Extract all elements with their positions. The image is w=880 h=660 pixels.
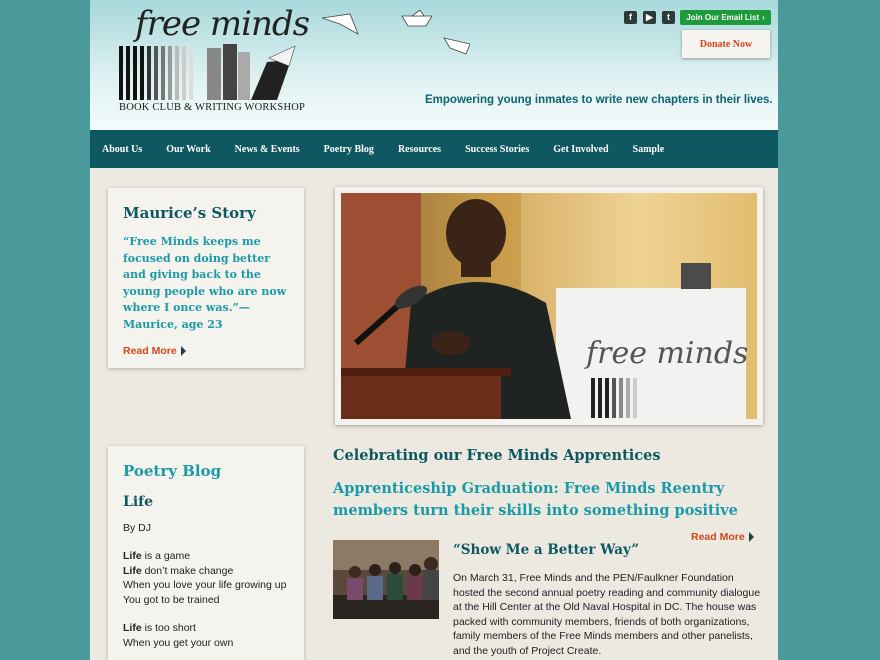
nav-item-sample[interactable]: Sample [633, 144, 665, 155]
nav-item-get-involved[interactable]: Get Involved [553, 144, 608, 155]
arrow-right-icon [180, 346, 186, 356]
poetry-blog-card: Poetry Blog Life By DJ Life is a game Li… [108, 446, 304, 660]
arrow-right-icon [748, 532, 754, 542]
logo-script: free minds [135, 4, 310, 44]
poem-stanza: Life is a game Life don’t make change Wh… [123, 549, 289, 607]
facebook-icon[interactable]: f [624, 11, 637, 24]
poem-body: Life is a game Life don’t make change Wh… [123, 549, 289, 650]
nav-item-news-events[interactable]: News & Events [235, 144, 300, 155]
article-headline[interactable]: Apprenticeship Graduation: Free Minds Re… [333, 478, 753, 522]
story-thumbnail[interactable] [333, 540, 439, 619]
poem-line: Life is too short [123, 622, 196, 634]
poem-line: When you get your own [123, 636, 234, 649]
social-links: f ▶ t [624, 11, 675, 24]
poem-stanza: Life is too short When you get your own [123, 621, 289, 650]
youtube-icon[interactable]: ▶ [643, 11, 656, 24]
paper-boats-icon [321, 10, 470, 55]
read-more-label: Read More [691, 531, 745, 543]
join-email-list-label: Join Our Email List [686, 13, 760, 22]
chevron-right-icon: › [762, 13, 765, 22]
story-card: Maurice’s Story “Free Minds keeps me foc… [108, 188, 304, 368]
twitter-icon[interactable]: t [662, 11, 675, 24]
hero-photo-illustration: free minds [341, 193, 757, 419]
nav-item-success-stories[interactable]: Success Stories [465, 144, 529, 155]
logo[interactable]: free minds BOOK CLUB & WRITING WORKSHOP [95, 4, 310, 116]
logo-books-icon [119, 44, 296, 100]
page: free minds BOOK CLUB & WRITING WORKSHOP [90, 0, 778, 660]
nav-item-our-work[interactable]: Our Work [166, 144, 210, 155]
poem-line: When you love your life growing up [123, 579, 287, 591]
article-read-more-link[interactable]: Read More [691, 531, 754, 543]
story-thumbnail-illustration [333, 540, 439, 619]
hero-photo[interactable]: free minds [341, 193, 757, 419]
site-tagline: Empowering young inmates to write new ch… [425, 94, 773, 106]
read-more-label: Read More [123, 345, 177, 357]
poem-title[interactable]: Life [123, 494, 289, 510]
join-email-list-button[interactable]: Join Our Email List › [680, 10, 771, 25]
main-nav: About Us Our Work News & Events Poetry B… [90, 130, 778, 168]
section-heading: Celebrating our Free Minds Apprentices [333, 447, 661, 464]
story-body: On March 31, Free Minds and the PEN/Faul… [453, 572, 761, 657]
story-card-title: Maurice’s Story [123, 204, 256, 222]
story-quote: “Free Minds keeps me focused on doing be… [123, 235, 287, 331]
poem-line: Life don’t make change [123, 564, 234, 577]
nav-item-poetry-blog[interactable]: Poetry Blog [324, 144, 374, 155]
logo-tagline: BOOK CLUB & WRITING WORKSHOP [119, 102, 306, 113]
nav-item-resources[interactable]: Resources [398, 144, 441, 155]
story-title[interactable]: “Show Me a Better Way” [453, 542, 639, 558]
site-header: free minds BOOK CLUB & WRITING WORKSHOP [90, 0, 778, 130]
poem-line: You got to be trained [123, 593, 220, 606]
donate-label: Donate Now [699, 38, 753, 50]
poem-byline: By DJ [123, 522, 152, 534]
story-read-more-link[interactable]: Read More [123, 345, 186, 357]
poem-line: Life is a game [123, 550, 191, 562]
donate-button[interactable]: Donate Now [682, 30, 770, 58]
svg-text:free minds: free minds [584, 336, 748, 371]
hero-photo-frame: free minds [335, 187, 763, 425]
poetry-blog-title[interactable]: Poetry Blog [123, 462, 289, 480]
nav-item-about-us[interactable]: About Us [102, 144, 142, 155]
